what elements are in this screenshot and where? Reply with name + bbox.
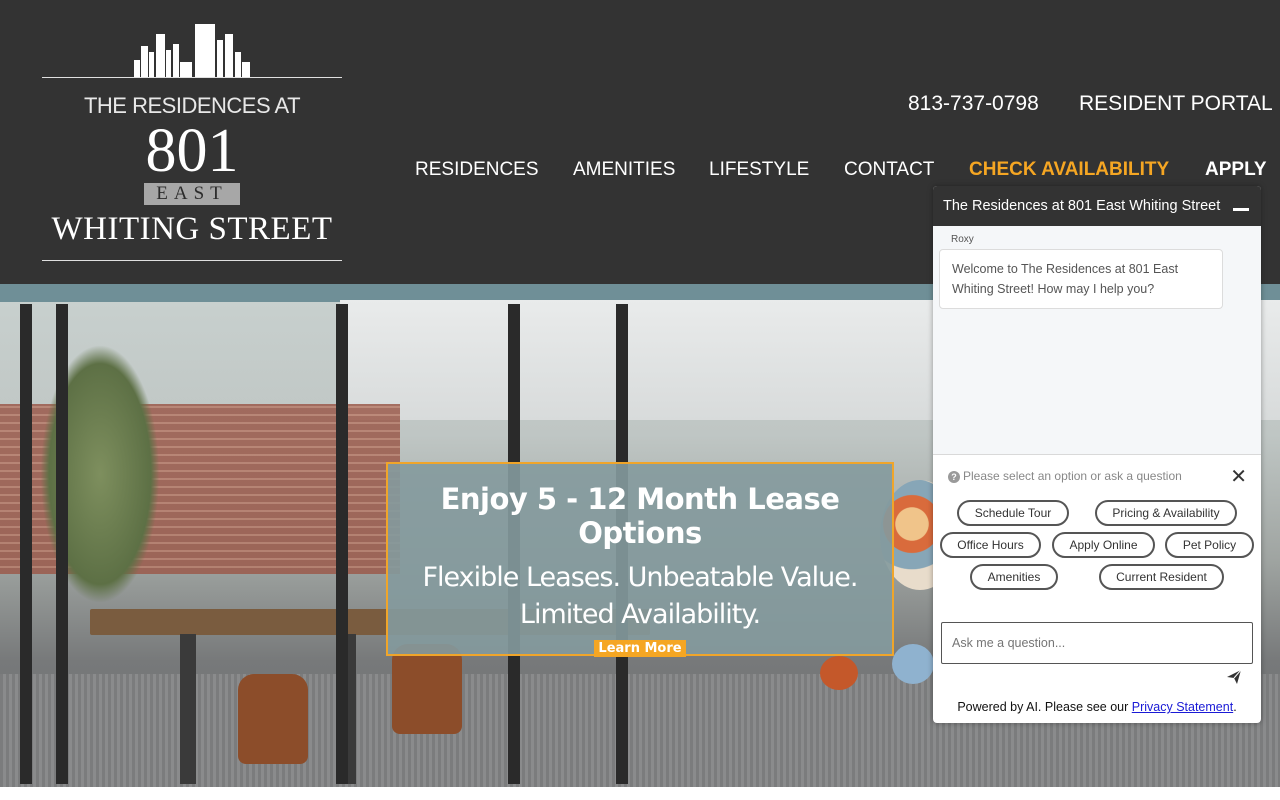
chat-header: The Residences at 801 East Whiting Stree… (933, 186, 1261, 226)
logo-rule-bottom (42, 260, 342, 261)
promo-line-1: Flexible Leases. Unbeatable Value. (422, 562, 859, 593)
nav-lifestyle[interactable]: LIFESTYLE (709, 159, 809, 181)
learn-more-button[interactable]: Learn More (594, 640, 686, 657)
hero-window-frame (20, 304, 32, 784)
option-apply-online[interactable]: Apply Online (1052, 532, 1155, 558)
promo-heading: Enjoy 5 - 12 Month Lease Options (440, 482, 840, 550)
chat-messages: Roxy Welcome to The Residences at 801 Ea… (933, 226, 1261, 454)
logo-pre-title: THE RESIDENCES AT (83, 93, 301, 118)
nav-residences[interactable]: RESIDENCES (415, 159, 539, 181)
promo-line-2: Limited Availability. (519, 599, 761, 630)
logo-rule-top (42, 77, 342, 78)
nav-amenities[interactable]: AMENITIES (573, 159, 675, 181)
resident-portal-link[interactable]: RESIDENT PORTAL (1079, 92, 1273, 116)
phone-link[interactable]: 813-737-0798 (908, 92, 1039, 116)
option-schedule-tour[interactable]: Schedule Tour (957, 500, 1069, 526)
option-pricing-availability[interactable]: Pricing & Availability (1095, 500, 1237, 526)
logo-number: 801 (145, 117, 239, 185)
hero-blue-chair (892, 644, 934, 684)
logo-street: WHITING STREET (51, 211, 333, 247)
powered-suffix: . (1233, 700, 1237, 714)
chat-widget: The Residences at 801 East Whiting Stree… (933, 186, 1261, 723)
skyline-icon (134, 24, 250, 78)
option-amenities[interactable]: Amenities (970, 564, 1058, 590)
welcome-message: Welcome to The Residences at 801 East Wh… (939, 249, 1223, 309)
chat-hint: ? Please select an option or ask a questi… (948, 469, 1182, 483)
nav-contact[interactable]: CONTACT (844, 159, 934, 181)
site-logo[interactable]: THE RESIDENCES AT 801 EAST WHITING STREE… (42, 20, 342, 265)
minimize-icon[interactable] (1233, 208, 1249, 211)
powered-by-notice: Powered by AI. Please see our Privacy St… (933, 700, 1261, 714)
nav-apply[interactable]: APPLY (1205, 159, 1267, 181)
powered-prefix: Powered by AI. Please see our (957, 700, 1132, 714)
hero-table-leg (180, 634, 196, 784)
option-pet-policy[interactable]: Pet Policy (1165, 532, 1254, 558)
option-office-hours[interactable]: Office Hours (940, 532, 1041, 558)
help-icon: ? (948, 471, 960, 483)
hero-ottoman (820, 656, 858, 690)
hero-chair (392, 644, 462, 734)
chat-options: ? Please select an option or ask a questi… (933, 454, 1261, 626)
promo-banner: Enjoy 5 - 12 Month Lease Options Flexibl… (386, 462, 894, 657)
chat-hint-text: Please select an option or ask a questio… (963, 469, 1182, 483)
chat-title: The Residences at 801 East Whiting Stree… (943, 198, 1221, 214)
chat-input[interactable] (941, 622, 1253, 664)
agent-name: Roxy (951, 234, 974, 245)
nav-check-availability[interactable]: CHECK AVAILABILITY (969, 159, 1169, 181)
option-current-resident[interactable]: Current Resident (1099, 564, 1224, 590)
privacy-statement-link[interactable]: Privacy Statement (1132, 700, 1233, 714)
send-icon[interactable] (1225, 668, 1243, 686)
close-icon[interactable]: ✕ (1230, 467, 1247, 487)
hero-window-frame (56, 304, 68, 784)
hero-chair (238, 674, 308, 764)
hero-window-frame (336, 304, 348, 784)
logo-east: EAST (144, 183, 240, 205)
